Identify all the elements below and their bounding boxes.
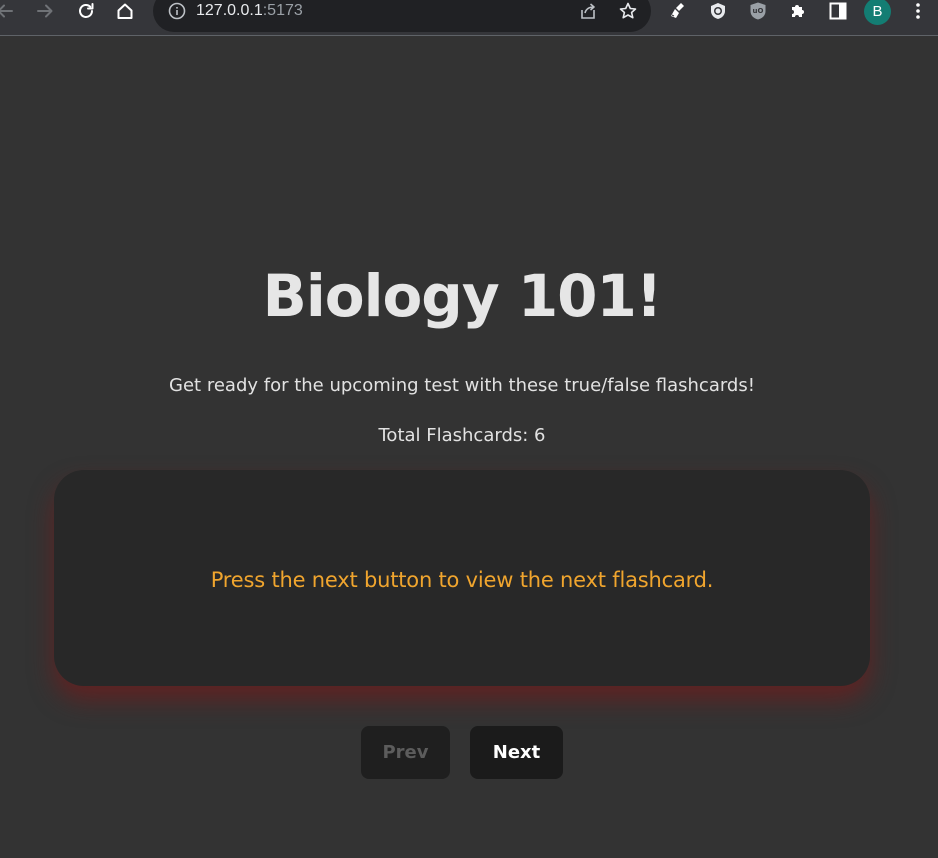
- url-port: :5173: [262, 2, 303, 19]
- total-flashcards: Total Flashcards: 6: [378, 425, 546, 446]
- browser-toolbar: 127.0.0.1:5173 uO B: [0, 0, 938, 36]
- puzzle-icon[interactable]: [787, 0, 809, 22]
- page-subtitle: Get ready for the upcoming test with the…: [169, 375, 755, 396]
- url-host: 127.0.0.1: [196, 2, 263, 19]
- next-button[interactable]: Next: [470, 726, 563, 779]
- reload-icon[interactable]: [75, 0, 97, 22]
- star-icon[interactable]: [617, 0, 639, 22]
- share-icon[interactable]: [577, 0, 599, 22]
- profile-avatar[interactable]: B: [864, 0, 891, 25]
- flashcard-text: Press the next button to view the next f…: [210, 568, 714, 592]
- broom-extension-icon[interactable]: [668, 0, 690, 22]
- flashcard[interactable]: Press the next button to view the next f…: [54, 470, 870, 686]
- kebab-menu-icon[interactable]: [908, 0, 928, 22]
- ublock-extension-icon[interactable]: uO: [747, 0, 769, 22]
- arrow-right-icon[interactable]: [34, 0, 56, 22]
- prev-button[interactable]: Prev: [361, 726, 450, 779]
- page-title: Biology 101!: [262, 262, 663, 330]
- arrow-left-icon[interactable]: [0, 0, 16, 22]
- shield-extension-icon[interactable]: [707, 0, 729, 22]
- url-text[interactable]: 127.0.0.1:5173: [196, 0, 303, 22]
- info-icon[interactable]: [167, 0, 187, 22]
- svg-text:uO: uO: [753, 7, 764, 15]
- side-panel-icon[interactable]: [827, 0, 849, 22]
- home-icon[interactable]: [113, 0, 137, 22]
- address-bar[interactable]: 127.0.0.1:5173: [153, 0, 651, 32]
